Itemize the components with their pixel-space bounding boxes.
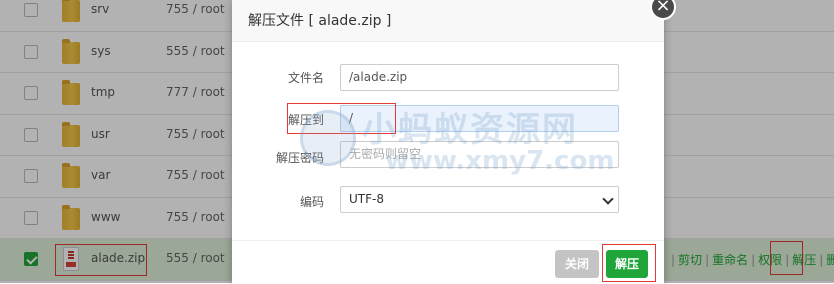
encoding-selected-value: UTF-8 [349,192,384,206]
filename-label: 文件名 [287,71,324,85]
highlight-box [287,103,396,134]
filename-input[interactable]: /alade.zip [340,64,619,91]
chevron-down-icon [602,193,614,205]
highlight-box [602,244,656,282]
password-input[interactable]: 无密码则留空 [340,141,619,168]
dialog-title: 解压文件 [ alade.zip ] [232,0,664,42]
password-label: 解压密码 [275,151,324,165]
close-button[interactable]: 关闭 [555,250,599,278]
password-placeholder: 无密码则留空 [349,147,422,161]
encoding-select[interactable]: UTF-8 [340,186,619,213]
dialog-footer [232,240,664,284]
encoding-label: 编码 [299,195,324,209]
